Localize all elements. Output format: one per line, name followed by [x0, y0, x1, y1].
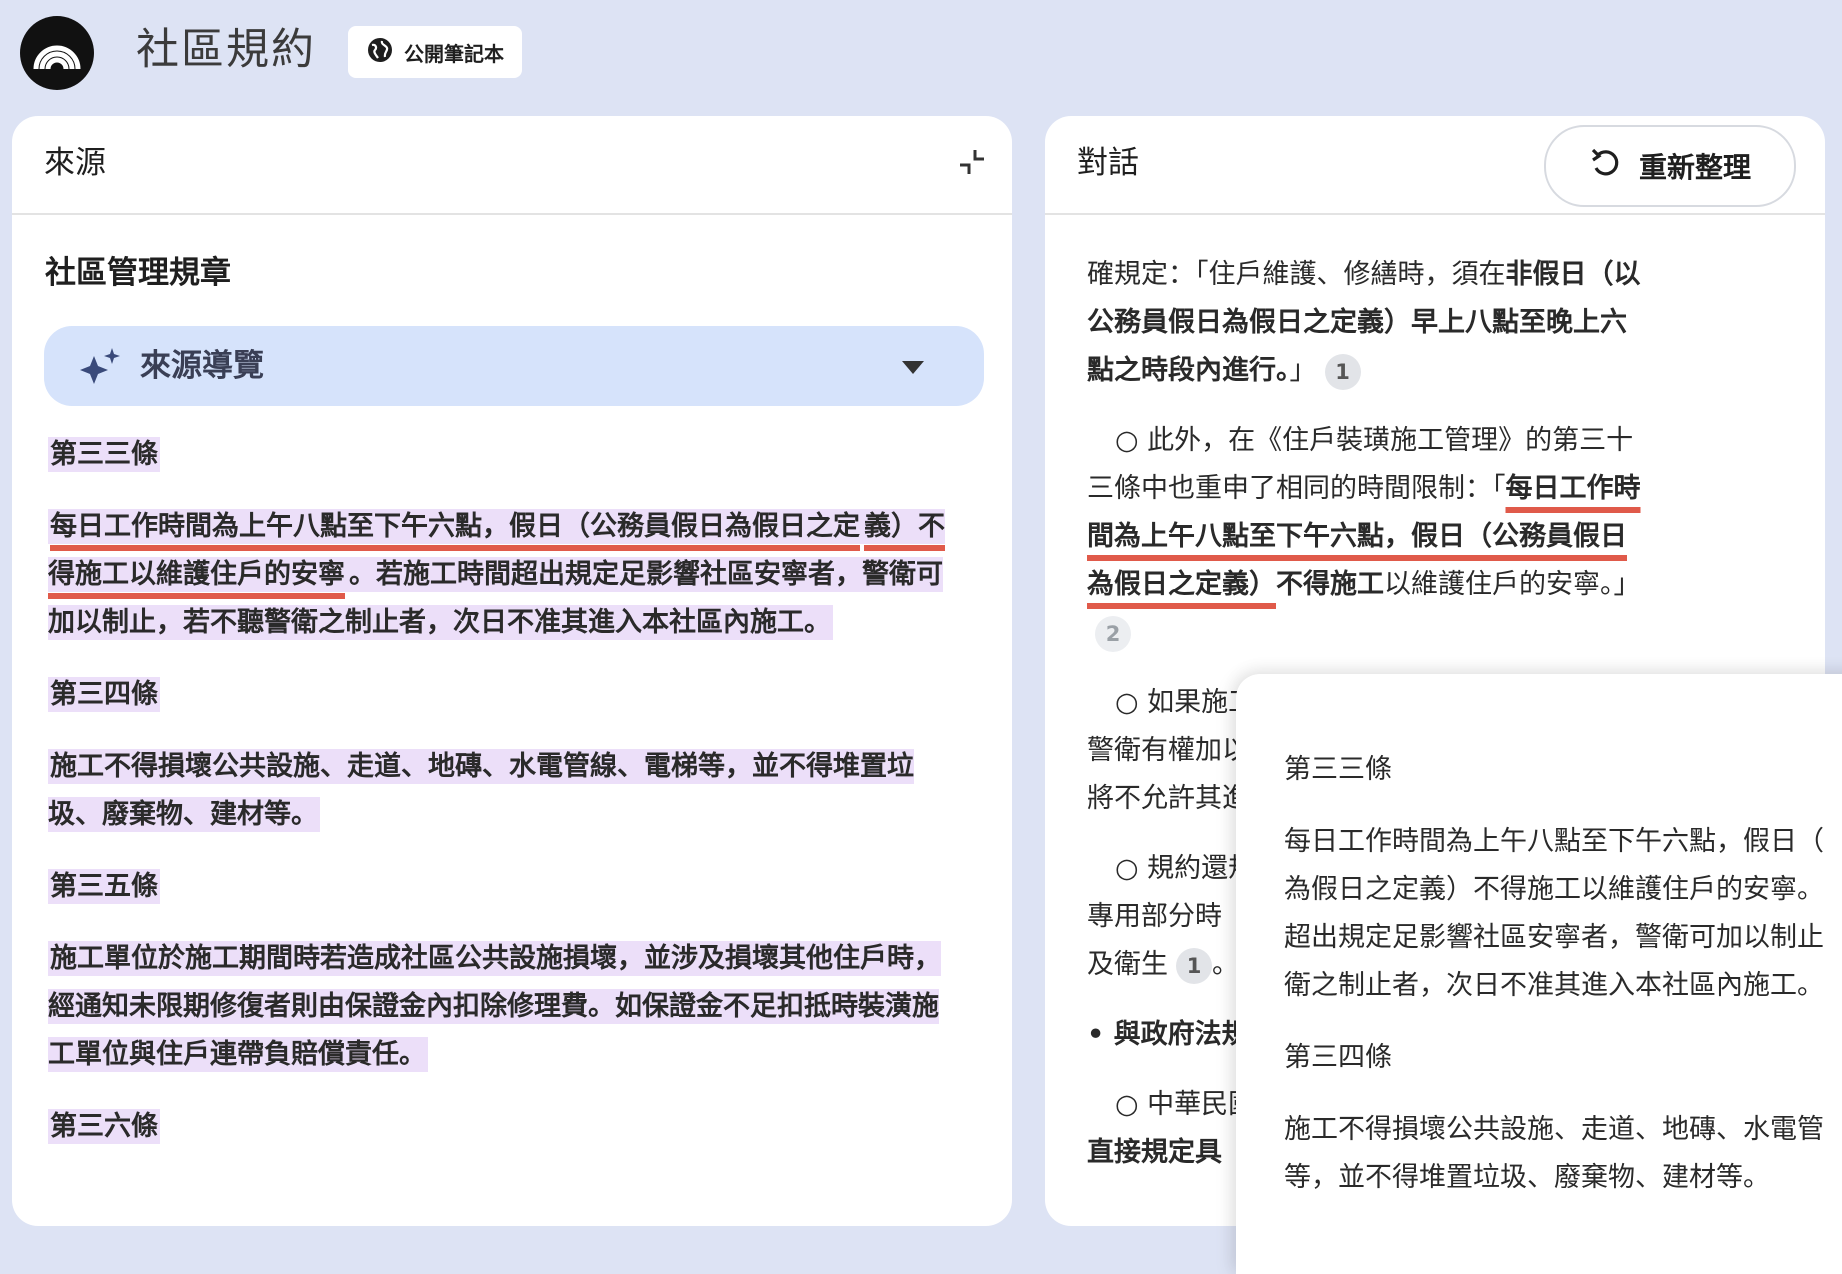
popup-article-heading: 第三三條 [1284, 754, 1392, 785]
chat-text: ○ 中華民國 [1115, 1089, 1256, 1120]
article-heading: 第三三條 [48, 437, 160, 472]
chat-text: 」 [1289, 355, 1317, 386]
citation-badge[interactable]: 1 [1324, 353, 1361, 390]
citation-badge[interactable]: 2 [1095, 615, 1131, 652]
article-heading: 第三六條 [48, 1109, 160, 1144]
chat-bold-text: • 與政府法規 [1087, 1019, 1249, 1050]
sources-panel-title: 來源 [44, 145, 106, 181]
article-heading: 第三四條 [48, 677, 160, 712]
popup-article-text: 施工不得損壞公共設施、走道、地磚、水電管 等，並不得堆置垃圾、廢棄物、建材等。 [1284, 1106, 1842, 1202]
article-heading: 第三五條 [48, 869, 160, 904]
public-chip-label: 公開筆記本 [404, 41, 504, 66]
globe-icon [366, 36, 394, 69]
chat-text: 專用部分時 [1087, 901, 1222, 932]
chat-text: 及衛生 [1087, 949, 1168, 980]
popup-text-line: 衛之制止者，次日不准其進入本社區內施工。 [1284, 970, 1824, 1001]
sparkle-icon [80, 346, 122, 392]
article-text: 施工不得損壞公共設施、走道、地磚、水電管線、電梯等，並不得堆置垃圾、廢棄物、建材… [48, 749, 914, 832]
source-document-title: 社區管理規章 [45, 255, 231, 291]
cited-passage: 每日工作時間為上午八點至下午六點，假日（公務員假日為假日之定 [48, 509, 862, 544]
popup-text-line: 每日工作時間為上午八點至下午六點，假日（ [1284, 826, 1824, 857]
source-document-body: 第三三條 每日工作時間為上午八點至下午六點，假日（公務員假日為假日之定 義）不得施… [48, 431, 948, 1175]
popup-article-text: 每日工作時間為上午八點至下午六點，假日（ 為假日之定義）不得施工以維護住戶的安寧… [1284, 818, 1842, 1010]
sources-panel-header: 來源 [12, 116, 1012, 215]
chat-panel-title: 對話 [1077, 145, 1139, 181]
notebook-title[interactable]: 社區規約 [136, 20, 316, 80]
collapse-icon [957, 147, 987, 181]
caret-down-icon [902, 360, 924, 379]
popup-text-line: 超出規定足影響社區安寧者，警衛可加以制止 [1284, 922, 1824, 953]
chat-bold-text: 直接規定具 [1087, 1137, 1222, 1168]
chat-text: 以維護住戶的安寧。」 [1384, 569, 1641, 600]
source-guide-toggle[interactable]: 來源導覽 [44, 326, 984, 406]
refresh-icon [1589, 146, 1623, 187]
source-guide-label: 來源導覽 [140, 348, 264, 384]
citation-preview-popup: 第三三條 每日工作時間為上午八點至下午六點，假日（ 為假日之定義）不得施工以維護… [1236, 674, 1842, 1274]
popup-text-line: 等，並不得堆置垃圾、廢棄物、建材等。 [1284, 1162, 1770, 1193]
chat-bold-text: 不得施工 [1276, 569, 1384, 600]
collapse-button[interactable] [954, 146, 990, 182]
chat-text: ○ 規約還規 [1115, 853, 1256, 884]
chat-text: 確規定：「住戶維護、修繕時，須在 [1087, 259, 1506, 290]
chat-text: 警衛有權加以 [1087, 735, 1249, 766]
public-notebook-chip[interactable]: 公開筆記本 [348, 26, 522, 78]
popup-text-line: 為假日之定義）不得施工以維護住戶的安寧。 [1284, 874, 1824, 905]
chat-text: ○ 如果施工 [1115, 687, 1256, 718]
chat-text: 將不允許其進 [1087, 783, 1249, 814]
sources-panel: 來源 社區管理規章 來源導覽 第三三條 每日工作時間為上午八點至下午六點，假日（… [12, 116, 1012, 1226]
refresh-label: 重新整理 [1638, 151, 1751, 184]
popup-article-heading: 第三四條 [1284, 1042, 1392, 1073]
citation-badge[interactable]: 1 [1176, 947, 1212, 984]
popup-text-line: 施工不得損壞公共設施、走道、地磚、水電管 [1284, 1114, 1824, 1145]
article-text: 施工單位於施工期間時若造成社區公共設施損壞，並涉及損壞其他住戶時，經通知未限期修… [48, 941, 941, 1072]
chat-panel-header: 對話 重新整理 [1045, 116, 1825, 215]
notebook-logo-icon[interactable] [20, 16, 94, 90]
chat-text: 。 [1212, 949, 1239, 980]
refresh-button[interactable]: 重新整理 [1544, 125, 1796, 207]
